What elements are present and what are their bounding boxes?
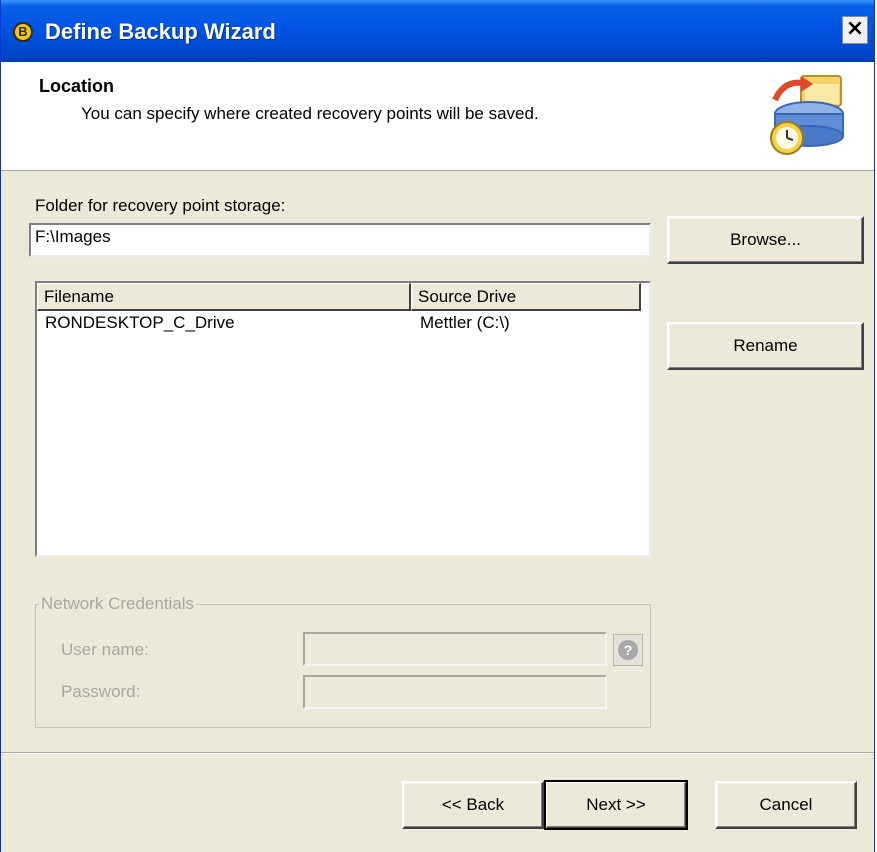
- rename-button[interactable]: Rename: [667, 322, 864, 370]
- back-button[interactable]: << Back: [402, 781, 544, 829]
- backup-app-icon: B: [13, 22, 33, 42]
- help-icon[interactable]: ?: [613, 634, 643, 666]
- folder-label: Folder for recovery point storage:: [35, 196, 286, 215]
- browse-button[interactable]: Browse...: [667, 216, 864, 264]
- column-header-filename[interactable]: Filename: [37, 283, 411, 311]
- network-credentials-legend: Network Credentials: [39, 594, 197, 614]
- password-label: Password:: [61, 682, 141, 701]
- recovery-points-list[interactable]: Filename Source Drive RONDESKTOP_C_Drive…: [35, 281, 651, 557]
- page-subtitle: You can specify where created recovery p…: [81, 104, 539, 123]
- list-header: Filename Source Drive: [37, 283, 641, 311]
- row-filename: RONDESKTOP_C_Drive: [45, 313, 235, 332]
- user-name-input[interactable]: [303, 632, 607, 666]
- table-row[interactable]: RONDESKTOP_C_Drive: [45, 313, 235, 333]
- user-name-label: User name:: [61, 640, 149, 659]
- close-icon[interactable]: ×: [842, 16, 868, 44]
- help-glyph: ?: [618, 640, 638, 660]
- page-title: Location: [39, 76, 114, 96]
- network-credentials-group: [35, 604, 651, 728]
- footer-separator: [1, 752, 874, 754]
- wizard-window: B Define Backup Wizard × Location You ca…: [0, 0, 875, 852]
- password-input[interactable]: [303, 675, 607, 709]
- backup-drive-icon: [770, 75, 844, 155]
- next-button[interactable]: Next >>: [544, 780, 688, 830]
- title-bar[interactable]: B Define Backup Wizard ×: [1, 0, 874, 62]
- window-title: Define Backup Wizard: [45, 19, 276, 44]
- cancel-button[interactable]: Cancel: [715, 781, 857, 829]
- folder-path-input[interactable]: F:\Images: [29, 223, 651, 257]
- row-source-drive: Mettler (C:\): [420, 313, 510, 332]
- column-header-source-drive[interactable]: Source Drive: [411, 283, 641, 311]
